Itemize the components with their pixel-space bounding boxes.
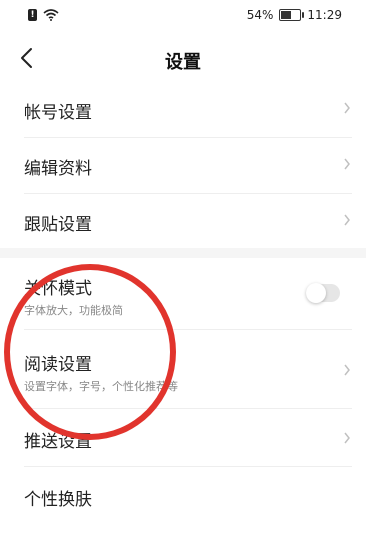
chevron-right-icon [344,432,350,444]
wifi-icon [43,9,59,21]
settings-item-theme[interactable]: 个性换肤 [0,469,366,521]
settings-item-edit-profile[interactable]: 编辑资料 [0,140,366,190]
chevron-right-icon [344,364,350,376]
settings-item-label: 跟贴设置 [24,215,92,235]
battery-icon [279,9,305,21]
settings-item-care-mode: 关怀模式 字体放大，功能极简 [0,258,366,328]
divider [24,466,352,467]
status-bar: ! 54% 11:29 [0,0,366,34]
section-gap [0,248,366,258]
chevron-right-icon [344,214,350,226]
settings-item-label: 关怀模式 [24,279,92,299]
divider [24,408,352,409]
chevron-right-icon [344,158,350,170]
toggle-knob [306,283,326,303]
settings-item-label: 帐号设置 [24,103,92,123]
battery-percent: 54% [246,8,274,22]
divider [24,137,352,138]
sim-alert-icon: ! [28,9,37,21]
settings-item-label: 阅读设置 [24,355,92,375]
header: 设置 [0,34,366,82]
settings-item-post[interactable]: 跟贴设置 [0,196,366,244]
care-mode-toggle[interactable] [306,283,340,303]
clock: 11:29 [307,8,342,22]
settings-item-push[interactable]: 推送设置 [0,411,366,463]
settings-item-reading[interactable]: 阅读设置 设置字体，字号，个性化推荐等 [0,332,366,406]
settings-item-label: 个性换肤 [24,490,92,510]
settings-item-description: 设置字体，字号，个性化推荐等 [24,380,178,393]
status-left: ! [28,9,59,21]
settings-item-label: 推送设置 [24,432,92,452]
settings-item-description: 字体放大，功能极简 [24,304,123,317]
settings-item-account[interactable]: 帐号设置 [0,84,366,132]
status-right: 54% 11:29 [247,8,342,22]
chevron-right-icon [344,102,350,114]
page-title: 设置 [165,52,201,73]
divider [24,329,352,330]
divider [24,193,352,194]
settings-item-label: 编辑资料 [24,159,92,179]
